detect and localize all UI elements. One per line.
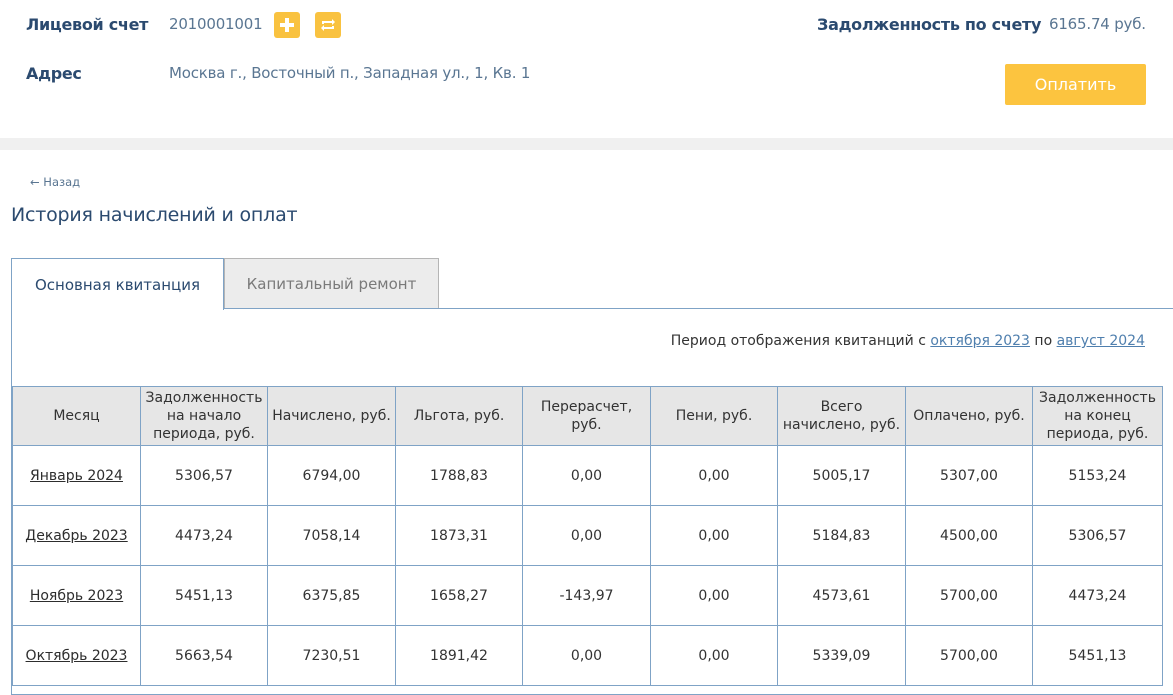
table-cell: 7058,14 [267, 505, 396, 566]
table-cell: 5306,57 [140, 445, 268, 506]
table-cell: 1873,31 [395, 505, 523, 566]
table-cell: 0,00 [650, 625, 778, 686]
col-debt-start: Задолженность на начало периода, руб. [140, 386, 268, 446]
period-prefix: Период отображения квитанций с [670, 333, 926, 349]
col-benefit: Льгота, руб. [395, 386, 523, 446]
table-cell: 1891,42 [395, 625, 523, 686]
col-charged: Начислено, руб. [267, 386, 396, 446]
col-month: Месяц [12, 386, 141, 446]
table-cell: 6794,00 [267, 445, 396, 506]
table-cell: 0,00 [650, 505, 778, 566]
period-to-link[interactable]: август 2024 [1057, 333, 1145, 349]
period-selector: Период отображения квитанций с октября 2… [671, 333, 1145, 349]
plus-icon [280, 18, 294, 32]
month-link[interactable]: Ноябрь 2023 [30, 588, 123, 604]
col-penalty: Пени, руб. [650, 386, 778, 446]
table-cell: -143,97 [522, 565, 651, 626]
table-cell: 4473,24 [1032, 565, 1163, 626]
month-cell: Ноябрь 2023 [12, 565, 141, 626]
address-value: Москва г., Восточный п., Западная ул., 1… [169, 64, 531, 82]
table-cell: 0,00 [522, 445, 651, 506]
table-cell: 5451,13 [1032, 625, 1163, 686]
table-cell: 0,00 [650, 445, 778, 506]
table-cell: 5306,57 [1032, 505, 1163, 566]
month-cell: Декабрь 2023 [12, 505, 141, 566]
address-label: Адрес [26, 64, 82, 83]
table-cell: 0,00 [650, 565, 778, 626]
table-header-row: Месяц Задолженность на начало периода, р… [12, 386, 1163, 446]
table-cell: 1788,83 [395, 445, 523, 506]
history-panel: Период отображения квитанций с октября 2… [11, 308, 1173, 695]
tab-capital-repair[interactable]: Капитальный ремонт [224, 258, 439, 309]
history-table: Месяц Задолженность на начало периода, р… [12, 386, 1163, 686]
account-number: 2010001001 [169, 15, 263, 33]
table-cell: 5700,00 [905, 625, 1033, 686]
table-cell: 5451,13 [140, 565, 268, 626]
table-cell: 5663,54 [140, 625, 268, 686]
period-from-link[interactable]: октября 2023 [930, 333, 1030, 349]
period-middle: по [1034, 333, 1053, 349]
month-link[interactable]: Декабрь 2023 [25, 528, 127, 544]
table-row: Октябрь 2023 5663,54 7230,51 1891,42 0,0… [12, 625, 1163, 686]
month-link[interactable]: Октябрь 2023 [26, 648, 128, 664]
page-title: История начислений и оплат [11, 204, 298, 226]
table-cell: 4500,00 [905, 505, 1033, 566]
tab-main-receipt[interactable]: Основная квитанция [11, 258, 224, 310]
table-row: Декабрь 2023 4473,24 7058,14 1873,31 0,0… [12, 505, 1163, 566]
table-row: Ноябрь 2023 5451,13 6375,85 1658,27 -143… [12, 565, 1163, 626]
table-row: Январь 2024 5306,57 6794,00 1788,83 0,00… [12, 445, 1163, 506]
back-link[interactable]: ← Назад [30, 175, 80, 189]
table-cell: 5184,83 [777, 505, 906, 566]
table-cell: 5307,00 [905, 445, 1033, 506]
table-cell: 0,00 [522, 625, 651, 686]
account-header: Лицевой счет 2010001001 Адрес Москва г.,… [0, 0, 1173, 138]
col-recalc: Перерасчет, руб. [522, 386, 651, 446]
col-total-charged: Всего начислено, руб. [777, 386, 906, 446]
debt-value: 6165.74 руб. [1049, 15, 1146, 33]
switch-account-button[interactable] [315, 12, 341, 38]
table-cell: 5005,17 [777, 445, 906, 506]
debt-label: Задолженность по счету [817, 15, 1042, 34]
col-paid: Оплачено, руб. [905, 386, 1033, 446]
table-cell: 5153,24 [1032, 445, 1163, 506]
month-cell: Январь 2024 [12, 445, 141, 506]
swap-icon [321, 19, 335, 31]
table-cell: 0,00 [522, 505, 651, 566]
col-debt-end: Задолженность на конец периода, руб. [1032, 386, 1163, 446]
month-link[interactable]: Январь 2024 [30, 468, 123, 484]
table-cell: 5700,00 [905, 565, 1033, 626]
table-cell: 4473,24 [140, 505, 268, 566]
table-cell: 5339,09 [777, 625, 906, 686]
add-account-button[interactable] [274, 12, 300, 38]
account-label: Лицевой счет [26, 15, 149, 34]
pay-button[interactable]: Оплатить [1005, 64, 1146, 105]
section-divider [0, 138, 1173, 150]
month-cell: Октябрь 2023 [12, 625, 141, 686]
table-cell: 1658,27 [395, 565, 523, 626]
table-cell: 4573,61 [777, 565, 906, 626]
table-cell: 7230,51 [267, 625, 396, 686]
table-cell: 6375,85 [267, 565, 396, 626]
